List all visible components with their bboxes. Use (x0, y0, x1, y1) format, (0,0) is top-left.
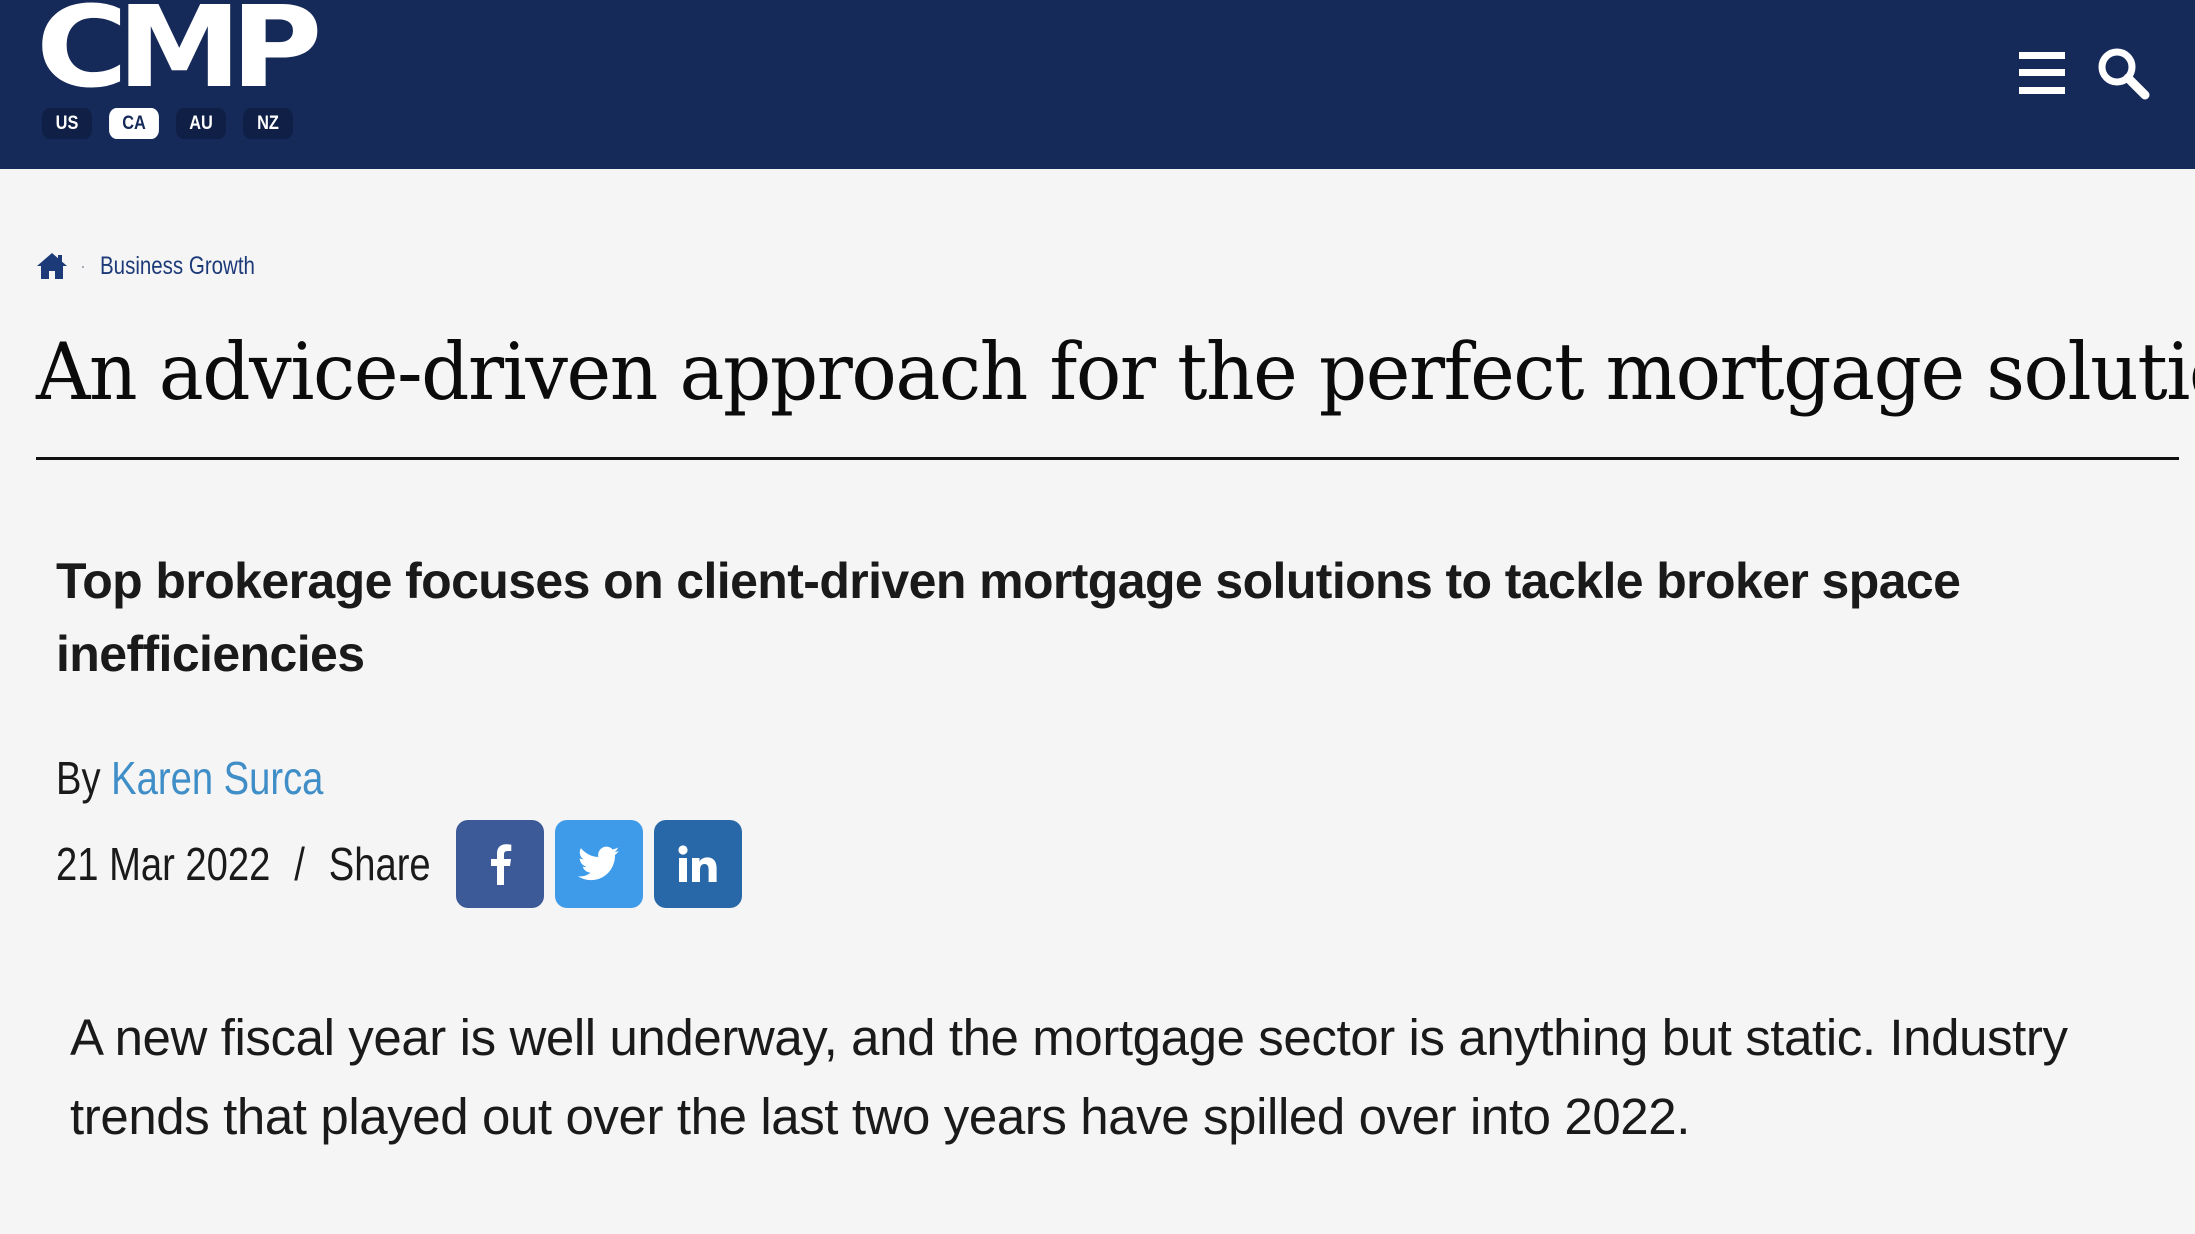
article-subtitle: Top brokerage focuses on client-driven m… (56, 553, 1961, 682)
search-icon[interactable] (2094, 44, 2150, 100)
region-us-button[interactable]: US (42, 108, 92, 139)
byline-prefix: By (56, 752, 101, 804)
region-switcher: US CA AU NZ (38, 108, 297, 139)
region-au-button[interactable]: AU (176, 108, 226, 139)
linkedin-share-button[interactable] (654, 820, 742, 908)
linkedin-icon (678, 845, 717, 882)
breadcrumb-separator: · (80, 255, 86, 276)
region-nz-button[interactable]: NZ (243, 108, 293, 139)
article-lead-paragraph: A new fiscal year is well underway, and … (70, 1009, 2068, 1145)
share-label: Share (328, 838, 431, 890)
region-ca-button[interactable]: CA (109, 108, 159, 139)
hamburger-menu-icon[interactable] (2019, 52, 2065, 94)
article-title: An advice-driven approach for the perfec… (36, 326, 2195, 418)
site-header: CMP US CA AU NZ (0, 0, 2195, 169)
twitter-icon (578, 846, 620, 881)
facebook-icon (491, 844, 512, 885)
meta-text: 21 Mar 2022 / Share (56, 837, 431, 891)
cmp-logo[interactable]: CMP (36, 0, 332, 104)
breadcrumb-category-link[interactable]: Business Growth (100, 252, 255, 281)
article-meta: 21 Mar 2022 / Share (56, 820, 742, 908)
title-divider (36, 457, 2179, 460)
meta-separator: / (294, 838, 305, 890)
twitter-share-button[interactable] (555, 820, 643, 908)
byline: By Karen Surca (56, 748, 323, 808)
breadcrumb: · Business Growth (36, 250, 289, 282)
publish-date: 21 Mar 2022 (56, 838, 271, 890)
share-buttons (456, 820, 742, 908)
author-link[interactable]: Karen Surca (111, 752, 323, 804)
home-icon[interactable] (36, 251, 68, 281)
facebook-share-button[interactable] (456, 820, 544, 908)
